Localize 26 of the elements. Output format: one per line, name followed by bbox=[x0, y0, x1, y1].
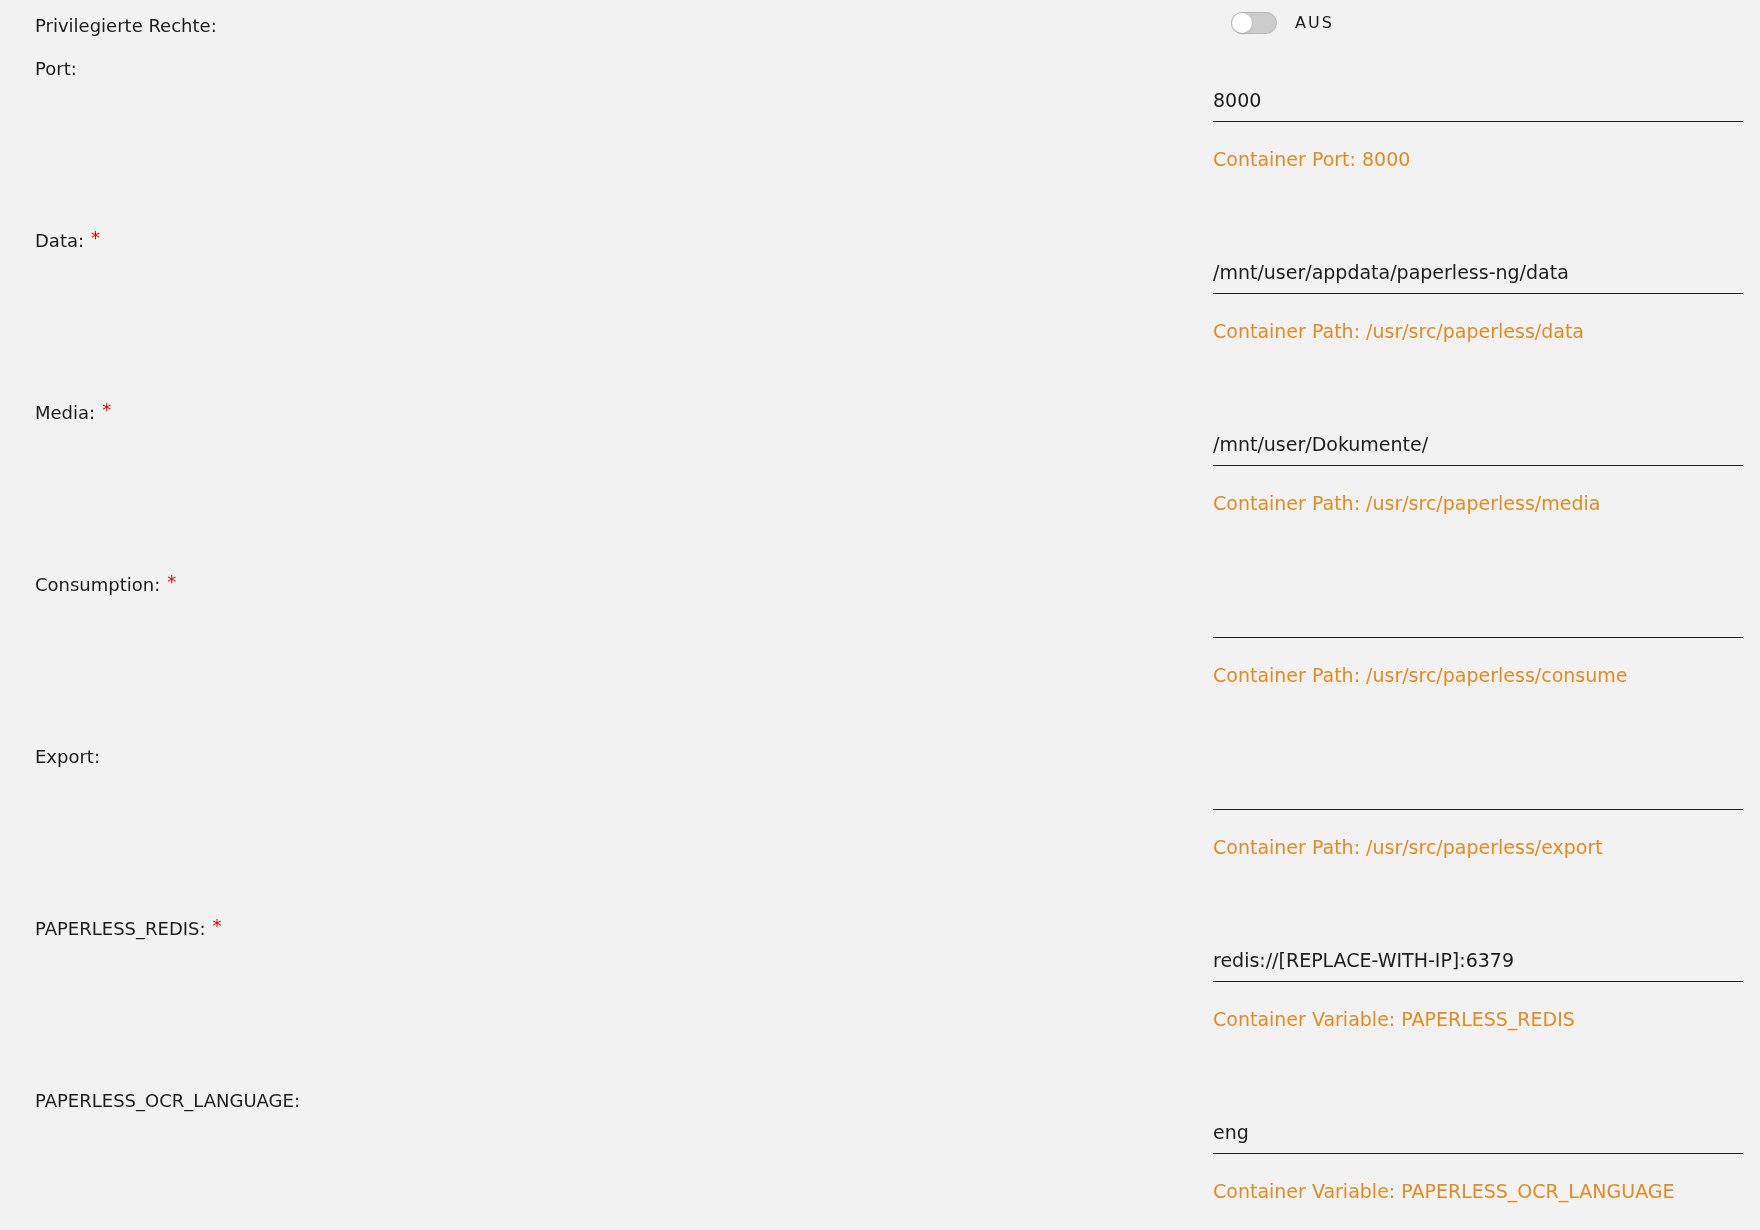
text-field[interactable]: 8000 bbox=[1213, 78, 1743, 122]
text-field[interactable]: redis://[REPLACE-WITH-IP]:6379 bbox=[1213, 938, 1743, 982]
toggle-state-label: AUS bbox=[1295, 12, 1334, 34]
field-hint: Container Path: /usr/src/paperless/data bbox=[1213, 320, 1584, 342]
field-hint: Container Path: /usr/src/paperless/export bbox=[1213, 836, 1603, 858]
toggle-switch[interactable] bbox=[1231, 12, 1277, 34]
field-label: Media: bbox=[35, 401, 96, 425]
field-label: Privilegierte Rechte: bbox=[35, 15, 217, 36]
field-label: Data: bbox=[35, 229, 85, 253]
text-field[interactable]: /mnt/user/Dokumente/ bbox=[1213, 422, 1743, 466]
text-field[interactable]: /mnt/user/appdata/paperless-ng/data bbox=[1213, 250, 1743, 294]
required-mark: * bbox=[167, 572, 177, 592]
required-mark: * bbox=[212, 916, 222, 936]
field-hint: Container Variable: PAPERLESS_REDIS bbox=[1213, 1008, 1575, 1030]
field-hint: Container Path: /usr/src/paperless/consume bbox=[1213, 664, 1628, 686]
required-mark: * bbox=[91, 228, 101, 248]
field-hint: Container Port: 8000 bbox=[1213, 148, 1411, 170]
field-hint: Container Variable: PAPERLESS_OCR_LANGUAGE bbox=[1213, 1180, 1675, 1202]
required-mark: * bbox=[102, 400, 112, 420]
field-label: Port: bbox=[35, 57, 77, 81]
field-label: Export: bbox=[35, 745, 100, 769]
field-label: PAPERLESS_REDIS: bbox=[35, 917, 206, 942]
field-label: PAPERLESS_OCR_LANGUAGE: bbox=[35, 1089, 300, 1114]
field-label: Consumption: bbox=[35, 573, 161, 597]
field-hint: Container Path: /usr/src/paperless/media bbox=[1213, 492, 1601, 514]
text-field[interactable]: eng bbox=[1213, 1110, 1743, 1154]
